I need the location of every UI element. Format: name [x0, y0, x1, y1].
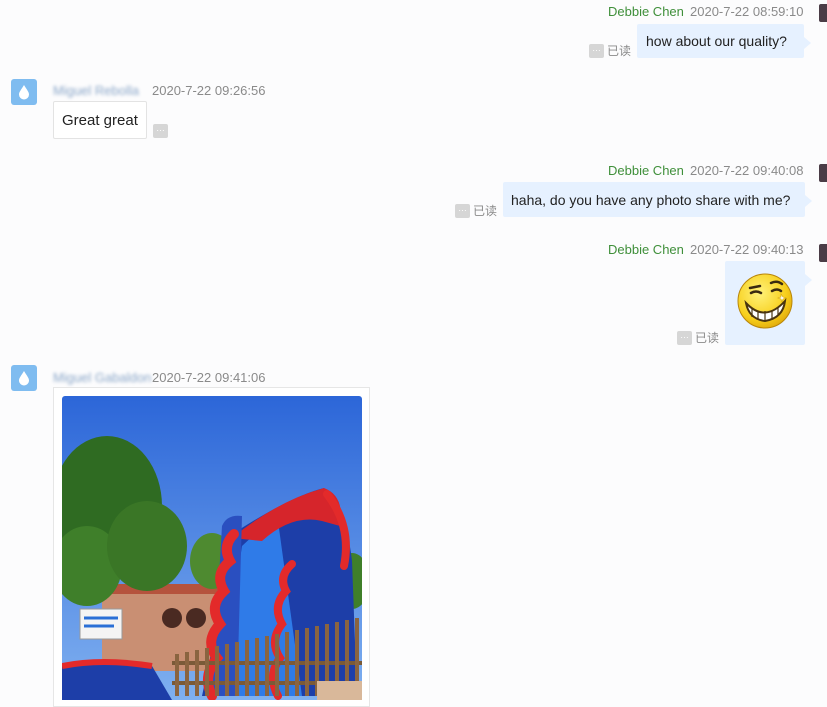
message-timestamp: 2020-7-22 09:40:13: [690, 242, 804, 257]
sender-name: Debbie Chen: [608, 242, 684, 257]
avatar[interactable]: [819, 164, 827, 182]
water-drop-avatar-icon: [19, 85, 29, 100]
more-options-icon[interactable]: …: [677, 330, 692, 345]
message-bubble[interactable]: how about our quality?: [637, 24, 811, 58]
more-options-icon[interactable]: …: [153, 124, 168, 138]
more-options-icon[interactable]: …: [589, 43, 604, 58]
message-timestamp: 2020-7-22 09:41:06: [152, 370, 266, 385]
image-message-bubble[interactable]: [53, 387, 370, 707]
avatar[interactable]: [11, 79, 37, 105]
read-status: … 已读: [455, 202, 497, 219]
read-status: … 已读: [589, 42, 631, 59]
smirk-grin-emoji: [737, 273, 793, 329]
more-options-icon[interactable]: …: [455, 203, 470, 218]
sender-name: Debbie Chen: [608, 4, 684, 19]
emoji-message-bubble[interactable]: [725, 261, 812, 345]
read-status: … 已读: [677, 329, 719, 346]
message-timestamp: 2020-7-22 09:40:08: [690, 163, 804, 178]
message-bubble[interactable]: Great great: [53, 101, 147, 139]
avatar[interactable]: [819, 244, 827, 262]
message-timestamp: 2020-7-22 09:26:56: [152, 83, 266, 98]
sender-name: Miguel Gabaldon: [53, 370, 152, 385]
read-status-label: 已读: [473, 204, 498, 218]
read-status-label: 已读: [695, 331, 720, 345]
avatar[interactable]: [11, 365, 37, 391]
sender-name: Miguel Rebolla: [53, 83, 139, 98]
sender-name: Debbie Chen: [608, 163, 684, 178]
message-bubble[interactable]: haha, do you have any photo share with m…: [503, 182, 812, 217]
message-timestamp: 2020-7-22 08:59:10: [690, 4, 804, 19]
inflatable-water-slide-photo[interactable]: [62, 396, 362, 700]
read-status-label: 已读: [607, 44, 632, 58]
water-drop-avatar-icon: [19, 371, 29, 386]
avatar[interactable]: [819, 4, 827, 22]
